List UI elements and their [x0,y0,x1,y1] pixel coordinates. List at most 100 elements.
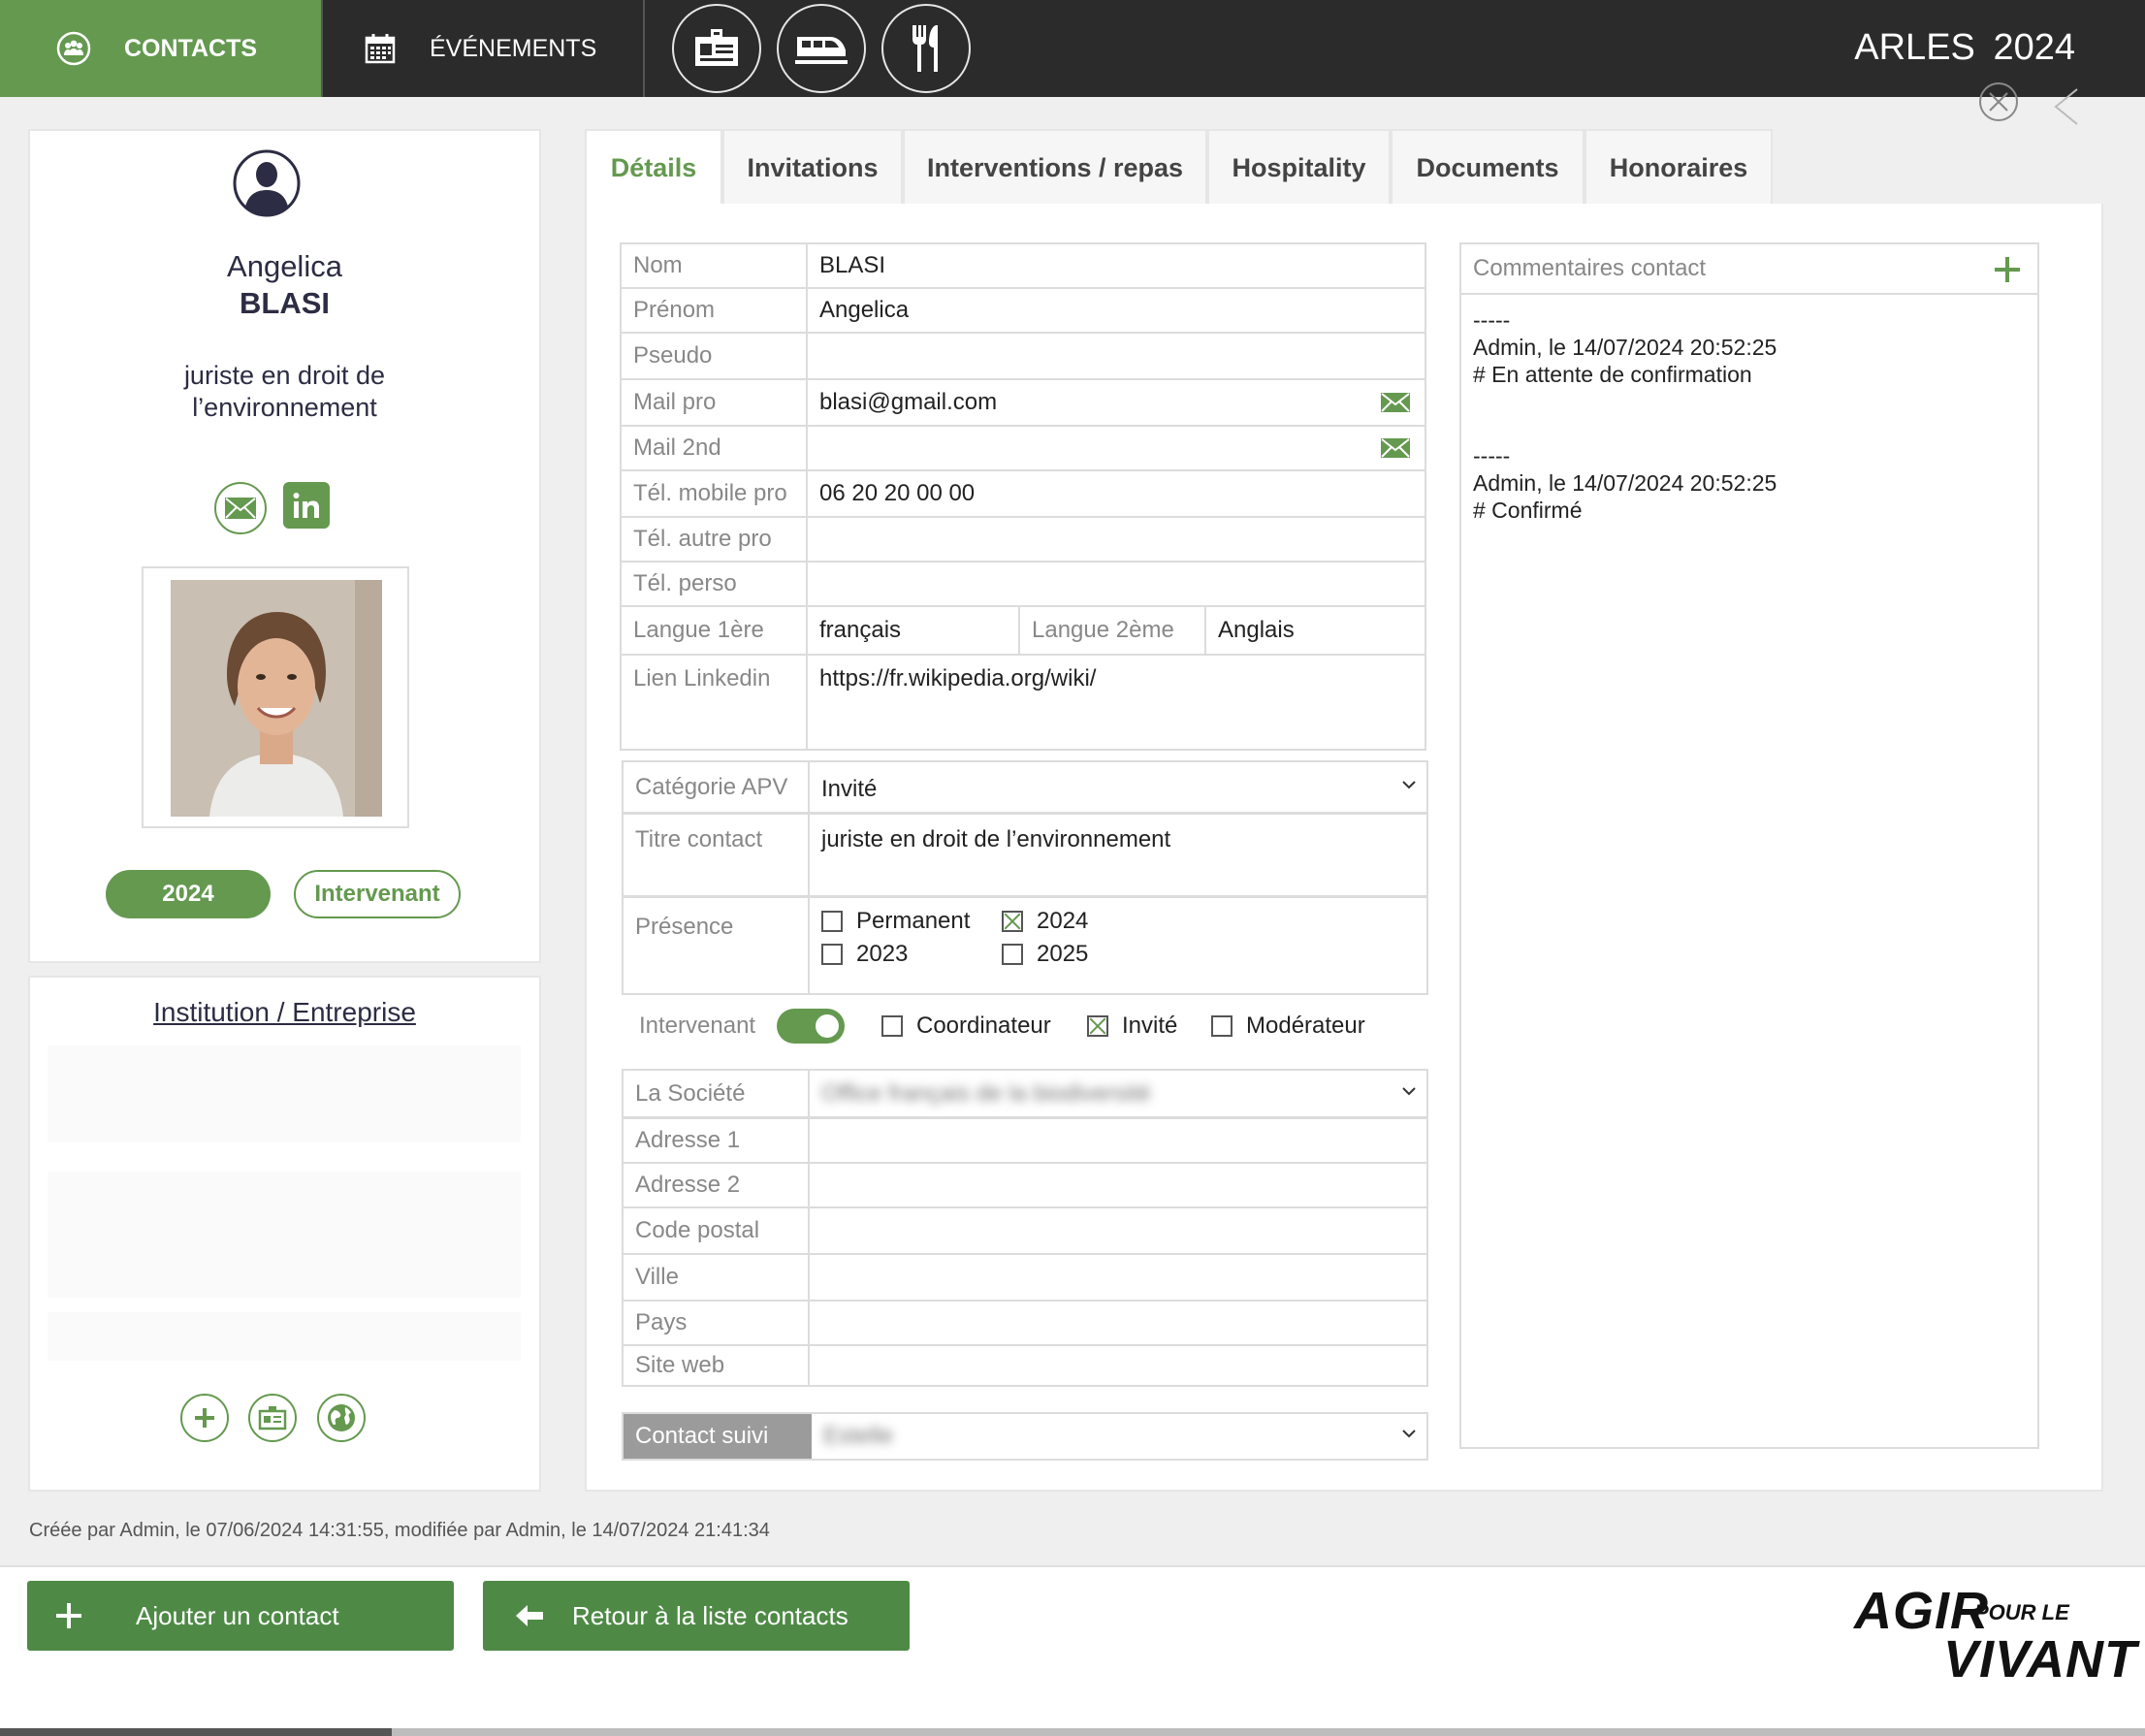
tab-details[interactable]: Détails [585,129,722,206]
role-coordinateur[interactable]: Coordinateur [881,1013,1051,1040]
intervenant-toggle[interactable] [777,1009,845,1044]
company-form: La Société Office français de la biodive… [622,1069,1428,1387]
checkbox[interactable] [821,911,843,932]
id-card-icon [258,1405,287,1431]
agir-pour-le-vivant-logo: AGIR POUR LE VIVANT [1854,1579,2136,1688]
comment-meta: Admin, le 14/07/2024 20:52:25 [1473,335,1777,360]
tab-interventions[interactable]: Interventions / repas [903,129,1207,206]
brand: ARLES 2024 [1854,27,2075,69]
checkbox[interactable] [1211,1015,1233,1037]
tab-invitations[interactable]: Invitations [722,129,903,206]
checkbox-checked[interactable] [1002,911,1023,932]
field-label: Tél. mobile pro [622,471,808,516]
email-button[interactable] [214,482,267,534]
field-label: Langue 1ère [622,607,808,654]
societe-select[interactable]: Office français de la biodiversité [821,1080,1151,1108]
adresse-2-field[interactable] [810,1164,1426,1206]
add-contact-button[interactable]: Ajouter un contact [27,1581,454,1651]
tab-honoraires[interactable]: Honoraires [1585,129,1773,206]
brand-year: 2024 [1993,27,2075,68]
toggle-knob [816,1014,839,1038]
titre-contact-field[interactable]: juriste en droit de l’environnement [810,815,1426,895]
transport-button[interactable] [777,4,866,93]
role-badge[interactable]: Intervenant [294,870,461,918]
field-label: Pays [624,1302,810,1344]
nav-tab-contacts[interactable]: CONTACTS [0,0,321,97]
langue-2-field[interactable]: Anglais [1206,607,1425,654]
profile-photo [171,580,382,817]
checkbox-checked[interactable] [1087,1015,1108,1037]
linkedin-button[interactable] [283,482,330,529]
back-to-list-button[interactable]: Retour à la liste contacts [483,1581,910,1651]
chevron-down-icon [1401,1086,1417,1096]
chevron-down-icon [1401,780,1417,789]
site-web-field[interactable] [810,1346,1426,1385]
field-label: Ville [624,1255,810,1300]
presence-2023[interactable]: 2023 [821,941,908,968]
tab-hospitality[interactable]: Hospitality [1207,129,1391,206]
checkbox[interactable] [1002,944,1023,965]
intervenant-label: Intervenant [639,1013,756,1039]
users-icon [56,31,91,66]
categorie-select[interactable]: Invité [821,776,877,803]
add-comment-button[interactable] [1995,257,2020,282]
back-button[interactable] [2050,87,2083,126]
field-label: Code postal [624,1208,810,1253]
ville-field[interactable] [810,1255,1426,1300]
field-label: Langue 2ème [1020,607,1206,654]
train-icon [793,29,849,68]
calendar-icon [364,32,397,65]
presence-permanent[interactable]: Permanent [821,908,970,935]
nav-contacts-label: CONTACTS [124,34,258,62]
logo-word-2: VIVANT [1943,1630,2138,1688]
chevron-down-icon [1401,1429,1417,1438]
id-card-icon [692,27,741,70]
close-icon [1978,81,2019,122]
badge-button[interactable] [672,4,761,93]
linkedin-field[interactable]: https://fr.wikipedia.org/wiki/ [808,656,1425,749]
close-button[interactable] [1978,81,2019,122]
profile-card: Angelica BLASI juriste en droit de l’env… [28,129,541,963]
comments-header: Commentaires contact [1461,244,2037,295]
mail-pro-field[interactable]: blasi@gmail.com [819,389,997,416]
tab-documents[interactable]: Documents [1391,129,1585,206]
checkbox[interactable] [821,944,843,965]
checkbox[interactable] [881,1015,903,1037]
institution-placeholder [48,1312,521,1361]
code-postal-field[interactable] [810,1208,1426,1253]
nav-divider [643,0,645,97]
comment-meta: Admin, le 14/07/2024 20:52:25 [1473,470,1777,496]
institution-card-button[interactable] [248,1394,297,1442]
langue-1-field[interactable]: français [808,607,1020,654]
institution-website-button[interactable] [317,1394,366,1442]
audit-info: Créée par Admin, le 07/06/2024 14:31:55,… [29,1520,770,1541]
role-invite[interactable]: Invité [1087,1013,1177,1040]
comment-separator: ----- [1473,443,1511,468]
followup-row: Contact suivi Estelle [622,1412,1428,1461]
tel-perso-field[interactable] [808,563,1425,605]
pseudo-field[interactable] [808,334,1425,378]
nav-tab-events[interactable]: ÉVÉNEMENTS [323,0,643,97]
brand-city: ARLES [1854,27,1975,68]
role-moderateur[interactable]: Modérateur [1211,1013,1365,1040]
prenom-field[interactable]: Angelica [808,289,1425,332]
pays-field[interactable] [810,1302,1426,1344]
contact-suivi-select[interactable]: Estelle [823,1423,893,1450]
field-label: Pseudo [622,334,808,378]
send-mail-icon[interactable] [1380,392,1411,413]
send-mail-icon[interactable] [1380,437,1411,459]
field-label: Nom [622,244,808,287]
meals-button[interactable] [881,4,971,93]
year-badge[interactable]: 2024 [106,870,271,918]
tel-autre-pro-field[interactable] [808,518,1425,561]
add-institution-button[interactable] [180,1394,229,1442]
linkedin-icon [291,490,322,521]
comment-separator: ----- [1473,307,1511,333]
presence-2024[interactable]: 2024 [1002,908,1088,935]
institution-heading[interactable]: Institution / Entreprise [30,997,539,1028]
adresse-1-field[interactable] [810,1119,1426,1162]
presence-2025[interactable]: 2025 [1002,941,1088,968]
field-label: Mail 2nd [622,427,808,469]
mobile-pro-field[interactable]: 06 20 20 00 00 [808,471,1425,516]
nom-field[interactable]: BLASI [808,244,1425,287]
